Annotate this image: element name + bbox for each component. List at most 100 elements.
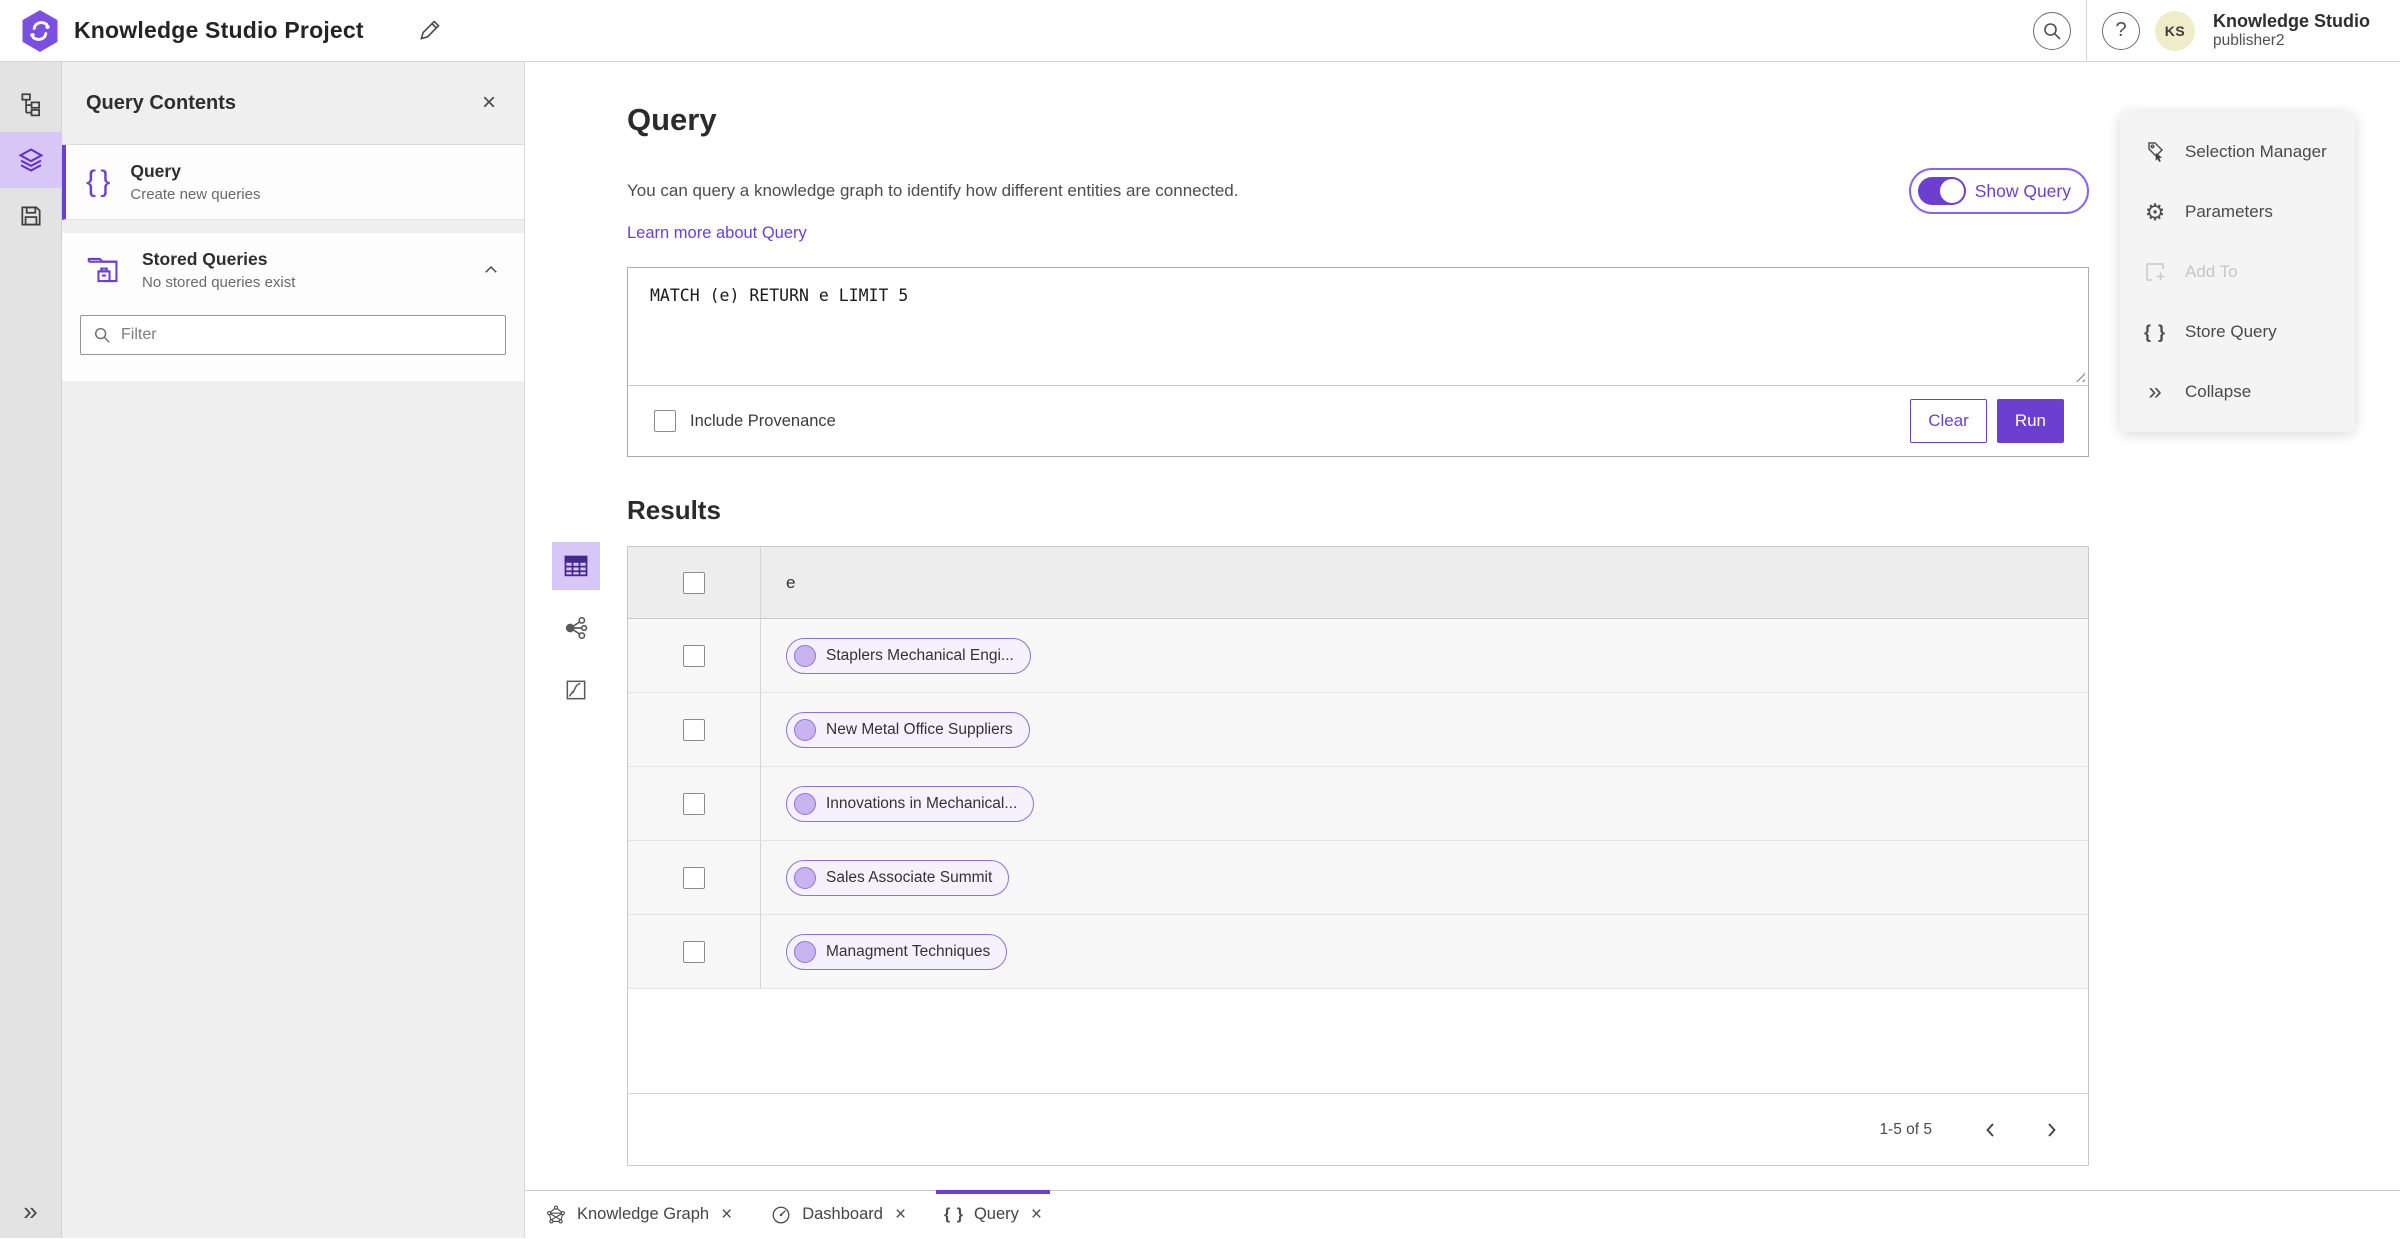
column-header-e: e <box>786 572 796 592</box>
expand-rail-button[interactable]: » <box>23 1198 37 1224</box>
show-query-toggle[interactable]: Show Query <box>1908 168 2089 214</box>
panel-header: Query Contents × <box>62 62 524 145</box>
include-provenance-label: Include Provenance <box>690 411 836 430</box>
clear-button[interactable]: Clear <box>1910 399 1987 443</box>
avatar[interactable]: KS <box>2155 10 2195 51</box>
table-view-button[interactable] <box>552 542 600 590</box>
toggle-label: Show Query <box>1974 180 2071 201</box>
row-checkbox[interactable] <box>683 644 705 667</box>
selection-manager-icon <box>2142 140 2168 164</box>
table-row[interactable]: Sales Associate Summit <box>628 841 2088 915</box>
left-icon-rail: » <box>0 62 62 1238</box>
help-icon: ? <box>2115 19 2127 41</box>
include-provenance-checkbox[interactable] <box>654 410 676 432</box>
table-footer: 1-5 of 5 <box>628 1093 2088 1165</box>
select-all-checkbox[interactable] <box>683 571 705 594</box>
panel-close-icon[interactable]: × <box>482 91 496 115</box>
row-checkbox[interactable] <box>683 792 705 815</box>
chevron-left-icon <box>1986 1122 1994 1137</box>
table-row[interactable]: New Metal Office Suppliers <box>628 693 2088 767</box>
tab-dashboard[interactable]: Dashboard × <box>758 1191 918 1239</box>
rail-item-save[interactable] <box>0 188 62 244</box>
entity-dot-icon <box>794 866 816 889</box>
link-chart-view-button[interactable] <box>552 604 600 652</box>
knowledge-graph-icon <box>547 1205 565 1224</box>
entity-pill[interactable]: Staplers Mechanical Engi... <box>786 637 1031 674</box>
run-button[interactable]: Run <box>1996 399 2064 443</box>
help-button[interactable]: ? <box>2102 11 2140 50</box>
entity-dot-icon <box>794 644 816 667</box>
query-contents-panel: Query Contents × { } Query Create new qu… <box>62 62 525 1238</box>
stored-queries-section: Stored Queries No stored queries exist <box>62 233 524 381</box>
entity-pill[interactable]: Managment Techniques <box>786 933 1008 970</box>
user-role: publisher2 <box>2213 31 2285 49</box>
panel-gap <box>62 220 524 233</box>
learn-more-link[interactable]: Learn more about Query <box>627 224 807 243</box>
bottom-tab-bar: Knowledge Graph × Dashboard × { } Query … <box>525 1189 2400 1239</box>
action-parameters[interactable]: ⚙ Parameters <box>2120 182 2355 242</box>
tab-close-icon[interactable]: × <box>1031 1205 1042 1224</box>
tab-close-icon[interactable]: × <box>895 1205 906 1224</box>
panel-item-query[interactable]: { } Query Create new queries <box>62 145 524 220</box>
edit-title-icon[interactable] <box>416 18 442 44</box>
braces-icon: { } <box>944 1205 964 1223</box>
action-store-query[interactable]: { } Store Query <box>2120 302 2355 362</box>
entity-pill[interactable]: Innovations in Mechanical... <box>786 785 1035 822</box>
action-label: Add To <box>2185 262 2238 281</box>
query-textarea[interactable]: MATCH (e) RETURN e LIMIT 5 <box>628 268 2088 385</box>
entity-dot-icon <box>794 718 816 741</box>
save-icon <box>20 206 41 226</box>
tab-label: Query <box>973 1205 1019 1223</box>
gear-icon: ⚙ <box>2144 198 2166 225</box>
query-editor-box: MATCH (e) RETURN e LIMIT 5 Include Prove… <box>627 267 2089 457</box>
chevron-up-icon[interactable] <box>482 261 500 279</box>
stored-queries-subtitle: No stored queries exist <box>142 274 296 291</box>
tab-close-icon[interactable]: × <box>721 1205 732 1224</box>
main-content: Query You can query a knowledge graph to… <box>525 62 2400 1190</box>
entity-pill[interactable]: Sales Associate Summit <box>786 859 1010 896</box>
table-view-icon <box>564 555 588 577</box>
toggle-knob <box>1939 179 1964 203</box>
filter-input[interactable] <box>121 326 493 344</box>
action-collapse[interactable]: » Collapse <box>2120 362 2355 422</box>
action-selection-manager[interactable]: Selection Manager <box>2120 122 2355 182</box>
search-icon <box>2044 22 2061 40</box>
tab-query[interactable]: { } Query × <box>932 1189 1054 1239</box>
entity-label: Innovations in Mechanical... <box>826 794 1018 812</box>
header-checkbox-cell <box>628 547 761 618</box>
row-checkbox[interactable] <box>683 718 705 741</box>
topbar-divider <box>2086 0 2087 62</box>
app-logo-icon <box>22 9 58 52</box>
row-checkbox[interactable] <box>683 866 705 889</box>
rail-item-contents[interactable] <box>0 132 62 188</box>
table-row[interactable]: Staplers Mechanical Engi... <box>628 619 2088 693</box>
search-button[interactable] <box>2033 11 2071 50</box>
tab-knowledge-graph[interactable]: Knowledge Graph × <box>533 1191 744 1239</box>
rail-item-data-model[interactable] <box>0 76 62 132</box>
table-row[interactable]: Managment Techniques <box>628 915 2088 989</box>
map-view-button[interactable] <box>552 666 600 714</box>
tab-label: Dashboard <box>802 1205 883 1223</box>
toggle-switch[interactable] <box>1917 177 1966 205</box>
add-to-icon <box>2142 260 2168 284</box>
next-page-button[interactable] <box>2036 1115 2066 1145</box>
table-row[interactable]: Innovations in Mechanical... <box>628 767 2088 841</box>
stored-queries-folder-icon <box>87 257 118 283</box>
map-view-icon <box>566 680 586 700</box>
panel-item-subtitle: Create new queries <box>130 186 261 203</box>
filter-search-icon <box>94 327 110 343</box>
filter-field[interactable] <box>80 315 506 355</box>
row-checkbox[interactable] <box>683 940 705 963</box>
query-toolbar: Include Provenance Clear Run <box>628 386 2088 456</box>
previous-page-button[interactable] <box>1976 1115 2006 1145</box>
results-table: e Staplers Mechanical Engi... New Metal … <box>627 546 2089 1166</box>
top-bar: Knowledge Studio Project ? KS Knowledge … <box>0 0 2400 62</box>
query-editor: MATCH (e) RETURN e LIMIT 5 <box>628 268 2088 386</box>
entity-pill[interactable]: New Metal Office Suppliers <box>786 711 1030 748</box>
entity-label: Staplers Mechanical Engi... <box>826 646 1014 664</box>
action-label: Parameters <box>2185 202 2273 221</box>
action-label: Store Query <box>2185 322 2277 341</box>
topbar-right: ? KS Knowledge Studio publisher2 <box>2033 0 2370 62</box>
stored-queries-header[interactable]: Stored Queries No stored queries exist <box>62 233 524 307</box>
collapse-icon: » <box>2148 378 2162 405</box>
